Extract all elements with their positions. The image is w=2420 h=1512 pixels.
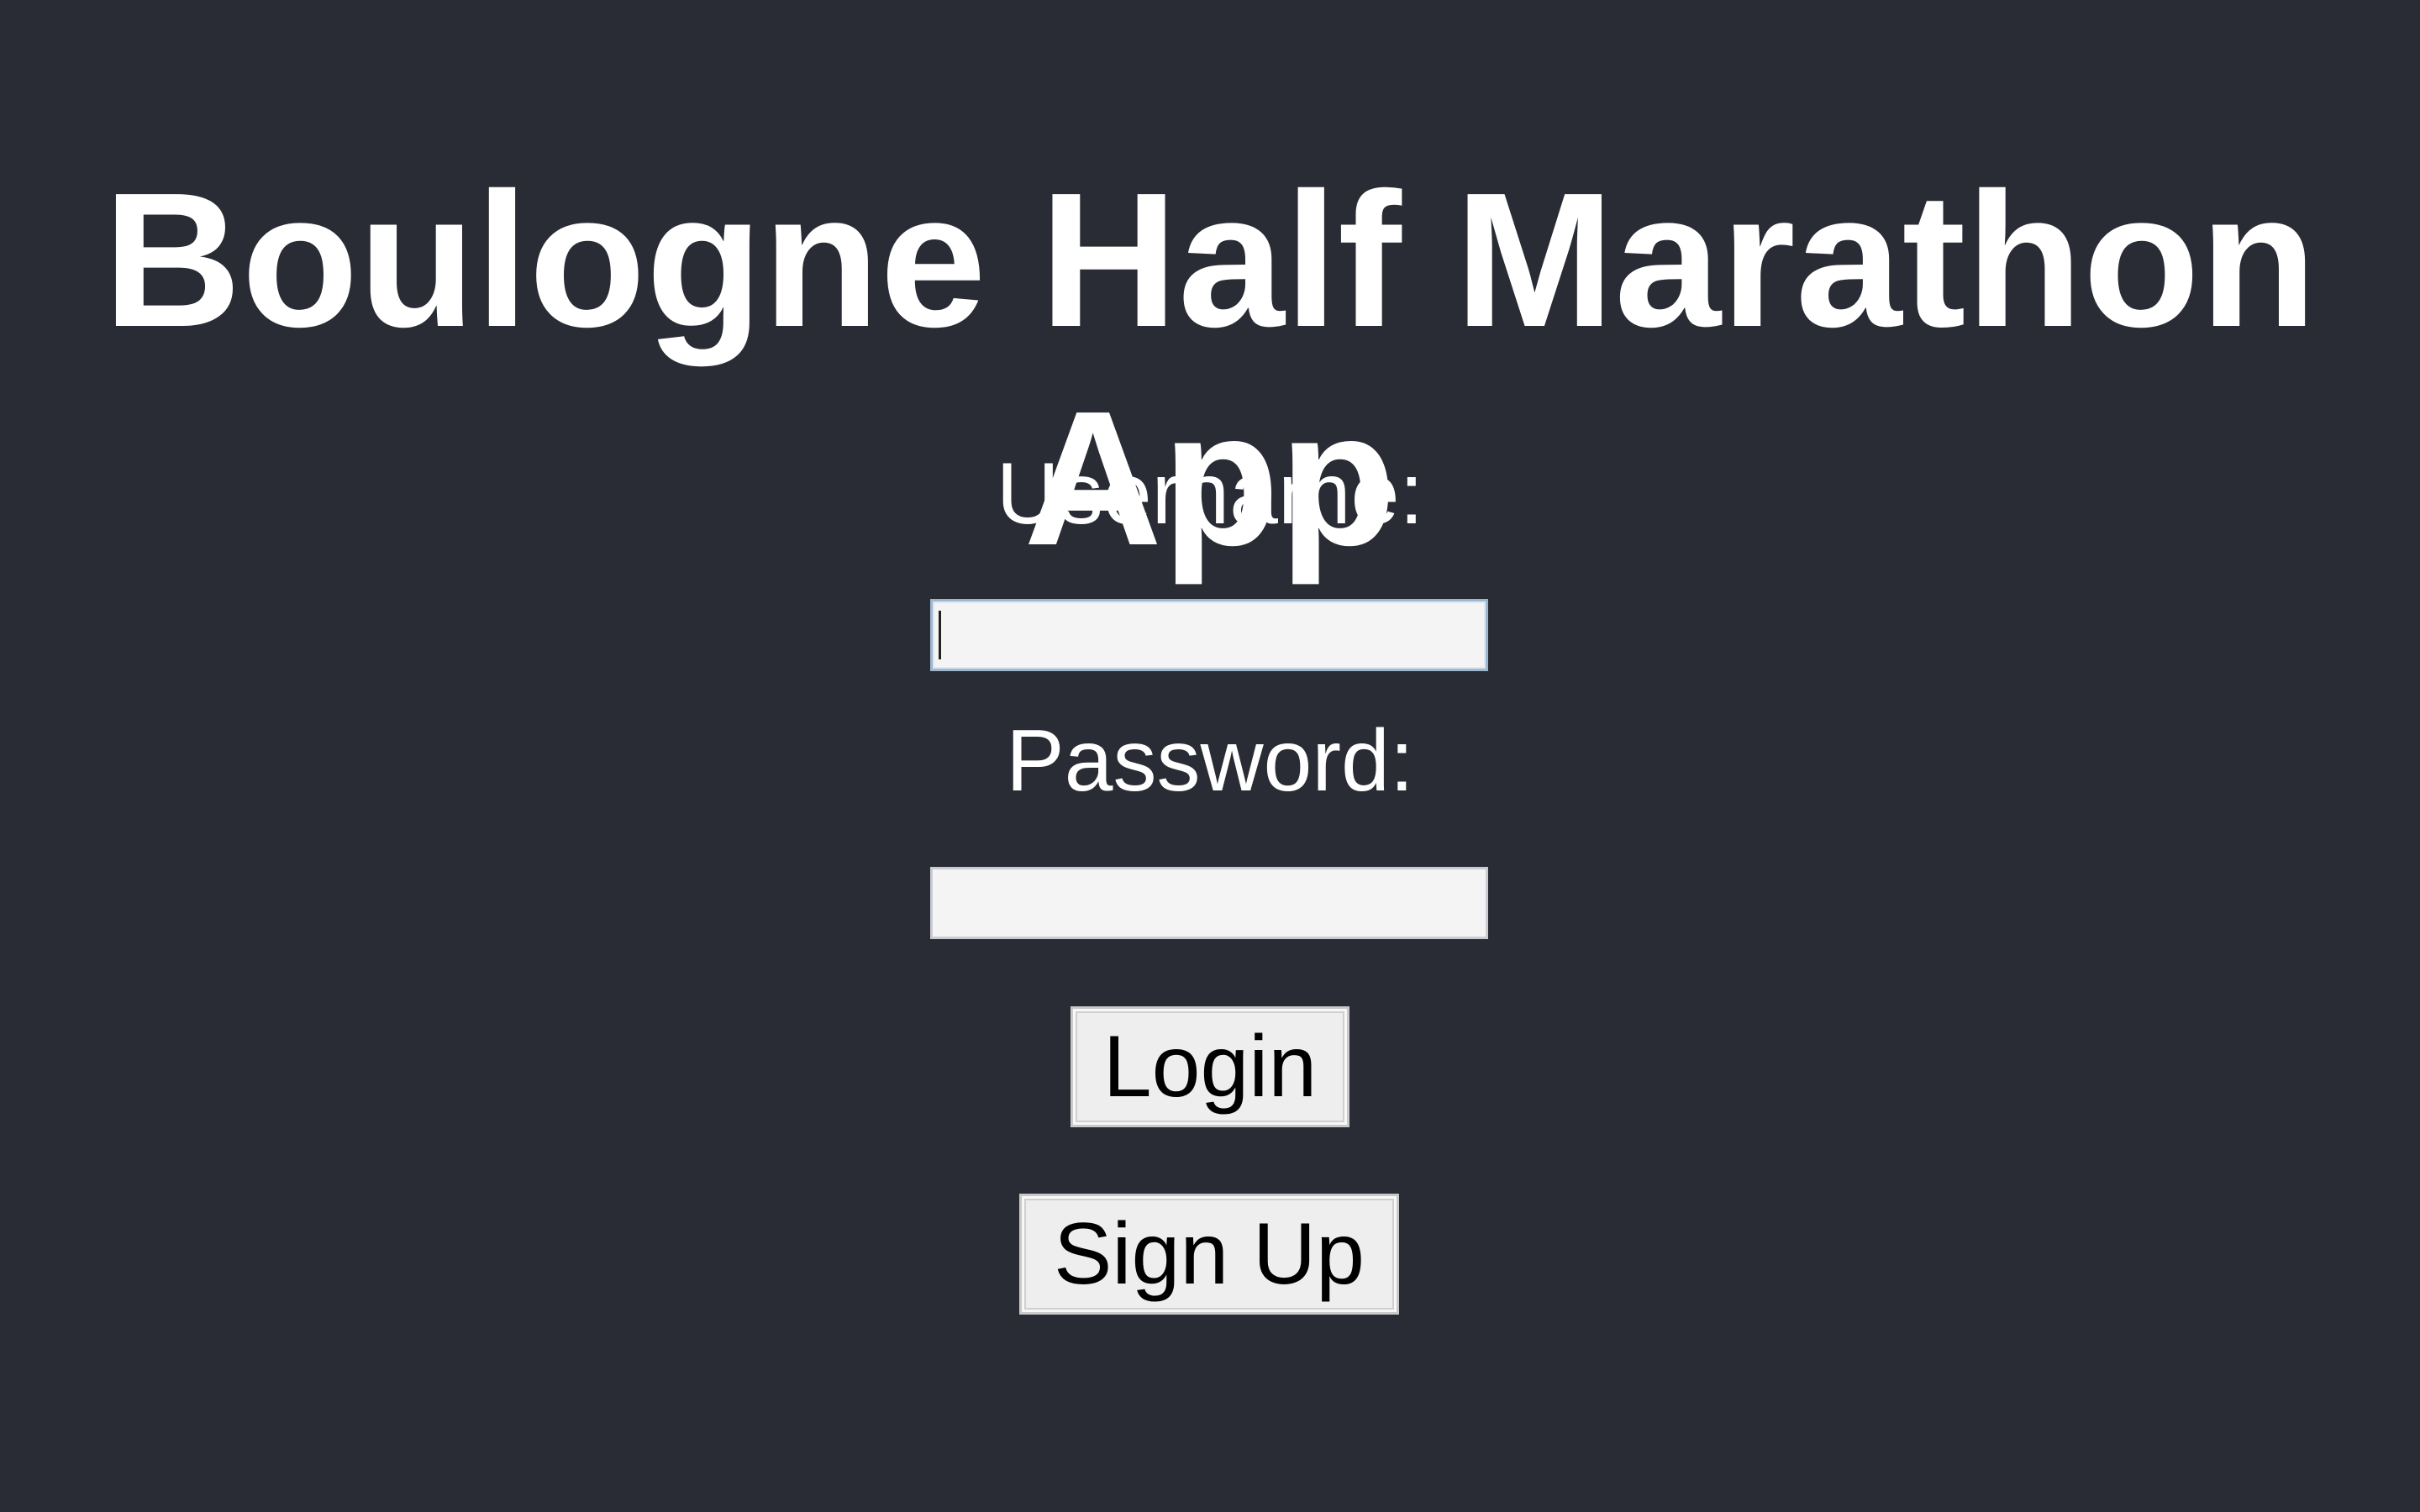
password-label: Password: bbox=[1006, 712, 1414, 810]
username-label: Username: bbox=[996, 445, 1424, 543]
text-caret bbox=[939, 611, 941, 659]
password-input[interactable] bbox=[930, 867, 1488, 939]
sign-up-button[interactable]: Sign Up bbox=[1019, 1194, 1399, 1315]
login-button[interactable]: Login bbox=[1071, 1006, 1349, 1127]
username-input[interactable] bbox=[930, 599, 1488, 671]
login-screen: Boulogne Half Marathon App Username: Pas… bbox=[0, 0, 2420, 1512]
